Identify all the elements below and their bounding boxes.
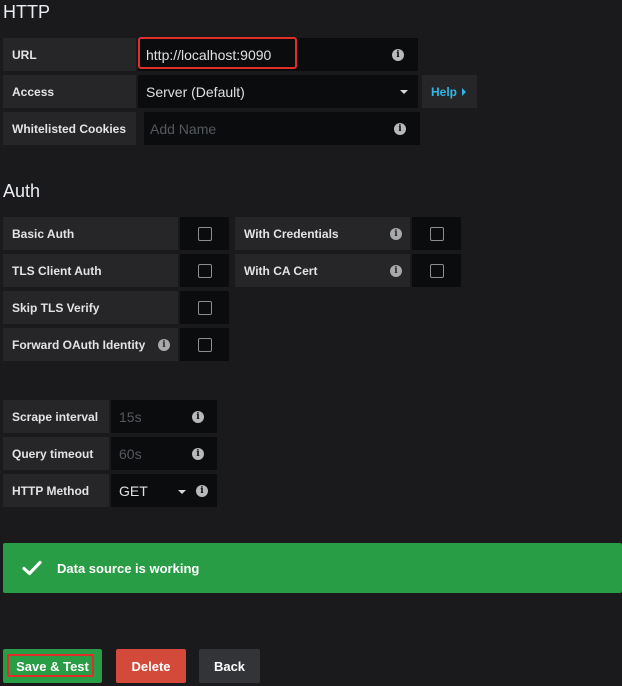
with-credentials-text: With Credentials — [244, 226, 339, 241]
forward-oauth-label: Forward OAuth Identity i — [3, 328, 178, 361]
cookies-input[interactable]: Add Name i — [144, 112, 420, 145]
url-label: URL — [3, 38, 136, 71]
url-info-icon[interactable]: i — [392, 49, 404, 61]
skip-tls-verify-checkbox-cell[interactable] — [180, 291, 229, 324]
http-method-value: GET — [119, 482, 148, 499]
query-timeout-info-icon[interactable]: i — [192, 448, 204, 460]
delete-button[interactable]: Delete — [116, 649, 186, 683]
scrape-interval-info-icon[interactable]: i — [192, 411, 204, 423]
scrape-interval-placeholder: 15s — [119, 408, 142, 425]
basic-auth-checkbox[interactable] — [197, 226, 212, 241]
cookies-placeholder: Add Name — [150, 120, 217, 137]
forward-oauth-checkbox-cell[interactable] — [180, 328, 229, 361]
check-icon — [22, 560, 42, 576]
help-button[interactable]: Help — [422, 75, 477, 108]
http-method-label: HTTP Method — [3, 474, 109, 507]
access-select[interactable]: Server (Default) — [138, 75, 418, 108]
scrape-interval-input[interactable]: 15s i — [111, 400, 217, 433]
with-ca-cert-info-icon[interactable]: i — [390, 264, 402, 277]
caret-right-icon — [462, 87, 467, 96]
with-ca-cert-text: With CA Cert — [244, 263, 318, 278]
delete-label: Delete — [131, 658, 171, 674]
access-label: Access — [3, 75, 136, 108]
tls-client-auth-label: TLS Client Auth — [3, 254, 178, 287]
url-highlight-box — [138, 37, 297, 69]
skip-tls-verify-checkbox[interactable] — [197, 300, 212, 315]
http-method-info-icon[interactable]: i — [196, 485, 208, 497]
basic-auth-label: Basic Auth — [3, 217, 178, 250]
forward-oauth-checkbox[interactable] — [197, 337, 212, 352]
with-credentials-label: With Credentials i — [235, 217, 410, 250]
query-timeout-placeholder: 60s — [119, 445, 142, 462]
help-label: Help — [431, 84, 458, 99]
basic-auth-checkbox-cell[interactable] — [180, 217, 229, 250]
forward-oauth-text: Forward OAuth Identity — [12, 337, 146, 352]
back-button[interactable]: Back — [199, 649, 260, 683]
alert-message: Data source is working — [57, 560, 200, 576]
skip-tls-verify-label: Skip TLS Verify — [3, 291, 178, 324]
auth-section-title: Auth — [3, 181, 41, 201]
caret-down-icon — [400, 90, 408, 94]
query-timeout-label: Query timeout — [3, 437, 109, 470]
cookies-info-icon[interactable]: i — [394, 123, 406, 135]
http-section-title: HTTP — [3, 2, 50, 22]
alert-success: Data source is working — [3, 543, 622, 593]
cookies-label: Whitelisted Cookies — [3, 112, 136, 145]
query-timeout-input[interactable]: 60s i — [111, 437, 217, 470]
with-ca-cert-label: With CA Cert i — [235, 254, 410, 287]
with-credentials-checkbox-cell[interactable] — [412, 217, 461, 250]
with-ca-cert-checkbox[interactable] — [429, 263, 444, 278]
access-select-value: Server (Default) — [146, 83, 245, 100]
save-test-highlight-box — [7, 654, 94, 677]
back-label: Back — [213, 658, 246, 674]
with-credentials-checkbox[interactable] — [429, 226, 444, 241]
tls-client-auth-checkbox-cell[interactable] — [180, 254, 229, 287]
scrape-interval-label: Scrape interval — [3, 400, 109, 433]
forward-oauth-info-icon[interactable]: i — [158, 338, 170, 351]
http-method-select[interactable]: GET i — [111, 474, 217, 507]
with-ca-cert-checkbox-cell[interactable] — [412, 254, 461, 287]
with-credentials-info-icon[interactable]: i — [390, 227, 402, 240]
tls-client-auth-checkbox[interactable] — [197, 263, 212, 278]
caret-down-icon — [178, 490, 186, 494]
